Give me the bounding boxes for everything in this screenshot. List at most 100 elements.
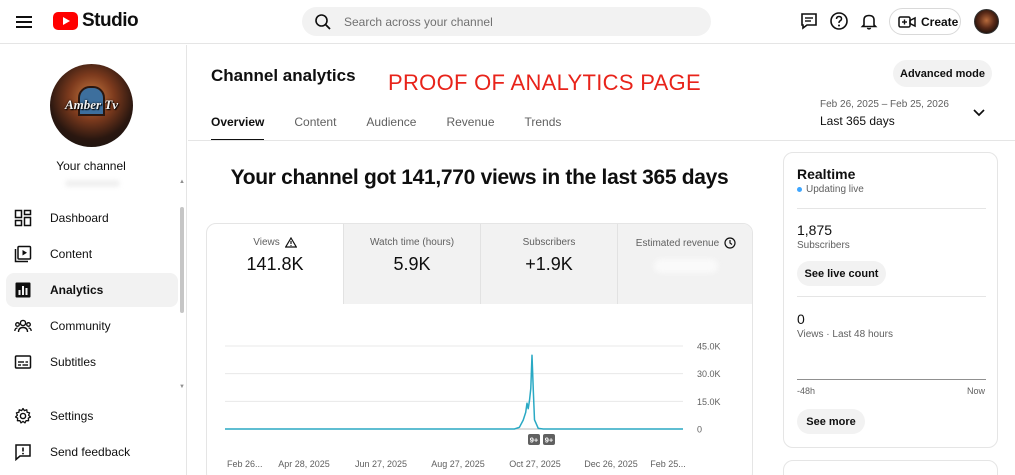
live-dot-icon xyxy=(797,187,802,192)
x-tick-label: Apr 28, 2025 xyxy=(278,459,330,469)
metric-subscribers[interactable]: Subscribers +1.9K xyxy=(481,224,617,304)
metric-label: Views xyxy=(253,237,280,248)
metric-value: +1.9K xyxy=(525,254,573,274)
search-icon xyxy=(315,13,331,30)
see-live-count-button[interactable]: See live count xyxy=(797,261,886,286)
channel-handle-blurred xyxy=(65,180,120,187)
sidebar: Amber Tv Your channel Dashboard Content … xyxy=(0,45,187,475)
subtitles-icon xyxy=(14,355,32,369)
sidebar-item-analytics[interactable]: Analytics xyxy=(6,273,178,307)
scroll-up-arrow[interactable]: ▲ xyxy=(179,179,185,185)
metric-estimated-revenue[interactable]: Estimated revenue xyxy=(618,224,752,304)
realtime-divider xyxy=(797,208,986,209)
realtime-status: Updating live xyxy=(797,184,864,195)
metric-value: 5.9K xyxy=(393,254,431,274)
analytics-icon xyxy=(15,282,31,298)
metric-label: Subscribers xyxy=(522,237,576,248)
date-range-dates: Feb 26, 2025 – Feb 25, 2026 xyxy=(820,99,949,110)
warning-icon xyxy=(284,237,297,248)
metric-label: Watch time (hours) xyxy=(369,237,455,248)
realtime-title: Realtime xyxy=(797,166,856,182)
realtime-divider xyxy=(797,296,986,297)
sidebar-item-label: Content xyxy=(50,247,93,261)
x-tick-label: Jun 27, 2025 xyxy=(355,459,407,469)
date-range-picker[interactable]: Feb 26, 2025 – Feb 25, 2026 Last 365 day… xyxy=(820,99,949,128)
settings-icon xyxy=(14,407,32,424)
sidebar-item-label: Analytics xyxy=(50,283,104,297)
search-bar[interactable] xyxy=(302,7,711,36)
content-icon xyxy=(14,245,32,263)
scroll-down-arrow[interactable]: ▼ xyxy=(179,384,185,390)
series-line xyxy=(225,354,683,430)
sidebar-scrollbar[interactable] xyxy=(180,207,184,313)
sidebar-item-dashboard[interactable]: Dashboard xyxy=(6,201,178,235)
top-bar: Studio Create xyxy=(0,0,1015,44)
realtime-axis xyxy=(797,379,986,380)
sidebar-item-settings[interactable]: Settings xyxy=(6,399,178,433)
realtime-views-label: Views · Last 48 hours xyxy=(797,329,893,340)
tabs-divider xyxy=(188,140,1015,141)
clock-icon xyxy=(724,237,736,249)
x-tick-label: Feb 26... xyxy=(227,459,263,469)
avatar-text: Amber Tv xyxy=(64,97,119,112)
tab-trends[interactable]: Trends xyxy=(525,115,562,141)
realtime-status-text: Updating live xyxy=(806,184,864,195)
youtube-logo-icon xyxy=(53,12,78,30)
metric-views[interactable]: Views 141.8K xyxy=(207,224,343,304)
tab-revenue[interactable]: Revenue xyxy=(446,115,494,141)
tab-audience[interactable]: Audience xyxy=(366,115,416,141)
analytics-tabs: Overview Content Audience Revenue Trends xyxy=(211,115,591,141)
realtime-axis-start: -48h xyxy=(797,386,816,396)
x-tick-label: Oct 27, 2025 xyxy=(509,459,561,469)
sidebar-item-community[interactable]: Community xyxy=(6,309,178,343)
y-tick-label: 45.0K xyxy=(697,342,721,352)
sidebar-item-label: Dashboard xyxy=(50,211,109,225)
page-title: Channel analytics xyxy=(211,66,356,85)
metric-label: Estimated revenue xyxy=(635,237,720,249)
menu-icon[interactable] xyxy=(14,12,34,32)
chevron-down-icon[interactable] xyxy=(972,108,986,118)
realtime-views-value: 0 xyxy=(797,311,805,327)
sidebar-item-subtitles[interactable]: Subtitles xyxy=(6,345,178,379)
realtime-card: Realtime Updating live 1,875 Subscribers… xyxy=(783,152,998,448)
create-video-icon xyxy=(898,15,916,28)
sidebar-item-label: Subtitles xyxy=(50,355,97,369)
sidebar-item-label: Send feedback xyxy=(50,445,131,459)
video-badge-label: 9+ xyxy=(530,436,539,445)
your-channel-label: Your channel xyxy=(56,159,126,173)
metric-watch-time[interactable]: Watch time (hours) 5.9K xyxy=(344,224,480,304)
channel-avatar[interactable]: Amber Tv xyxy=(50,64,133,147)
realtime-axis-end: Now xyxy=(966,386,985,396)
create-button[interactable]: Create xyxy=(889,8,961,35)
video-badge-label: 9+ xyxy=(545,436,554,445)
feedback-icon xyxy=(15,444,31,461)
tab-overview[interactable]: Overview xyxy=(211,115,265,141)
sidebar-item-label: Community xyxy=(50,319,111,333)
studio-logo[interactable]: Studio xyxy=(53,10,139,32)
views-line-chart: 45.0K 30.0K 15.0K 0 Feb 26... Apr 28, 2025 Jun… xyxy=(224,342,721,469)
metric-value: 141.8K xyxy=(246,254,304,274)
x-tick-label: Feb 25... xyxy=(650,459,686,469)
y-tick-label: 15.0K xyxy=(697,397,721,407)
comment-feedback-icon[interactable] xyxy=(799,11,819,31)
date-range-label: Last 365 days xyxy=(820,114,895,128)
proof-annotation: PROOF OF ANALYTICS PAGE xyxy=(388,70,701,95)
realtime-subscribers-value: 1,875 xyxy=(797,222,833,238)
sidebar-item-content[interactable]: Content xyxy=(6,237,178,271)
x-tick-label: Dec 26, 2025 xyxy=(584,459,638,469)
y-tick-label: 30.0K xyxy=(697,369,721,379)
help-icon[interactable] xyxy=(829,11,849,31)
logo-text: Studio xyxy=(82,10,139,31)
search-input[interactable] xyxy=(344,14,674,29)
see-more-button[interactable]: See more xyxy=(797,409,865,434)
x-tick-label: Aug 27, 2025 xyxy=(431,459,485,469)
revenue-value-blurred xyxy=(654,259,718,273)
views-headline: Your channel got 141,770 views in the la… xyxy=(230,166,729,189)
tab-content[interactable]: Content xyxy=(294,115,336,141)
notifications-icon[interactable] xyxy=(859,11,879,31)
advanced-mode-button[interactable]: Advanced mode xyxy=(893,60,992,87)
account-avatar[interactable] xyxy=(974,9,999,34)
dashboard-icon xyxy=(14,209,32,227)
sidebar-item-send-feedback[interactable]: Send feedback xyxy=(6,435,178,469)
realtime-subscribers-label: Subscribers xyxy=(797,240,850,251)
